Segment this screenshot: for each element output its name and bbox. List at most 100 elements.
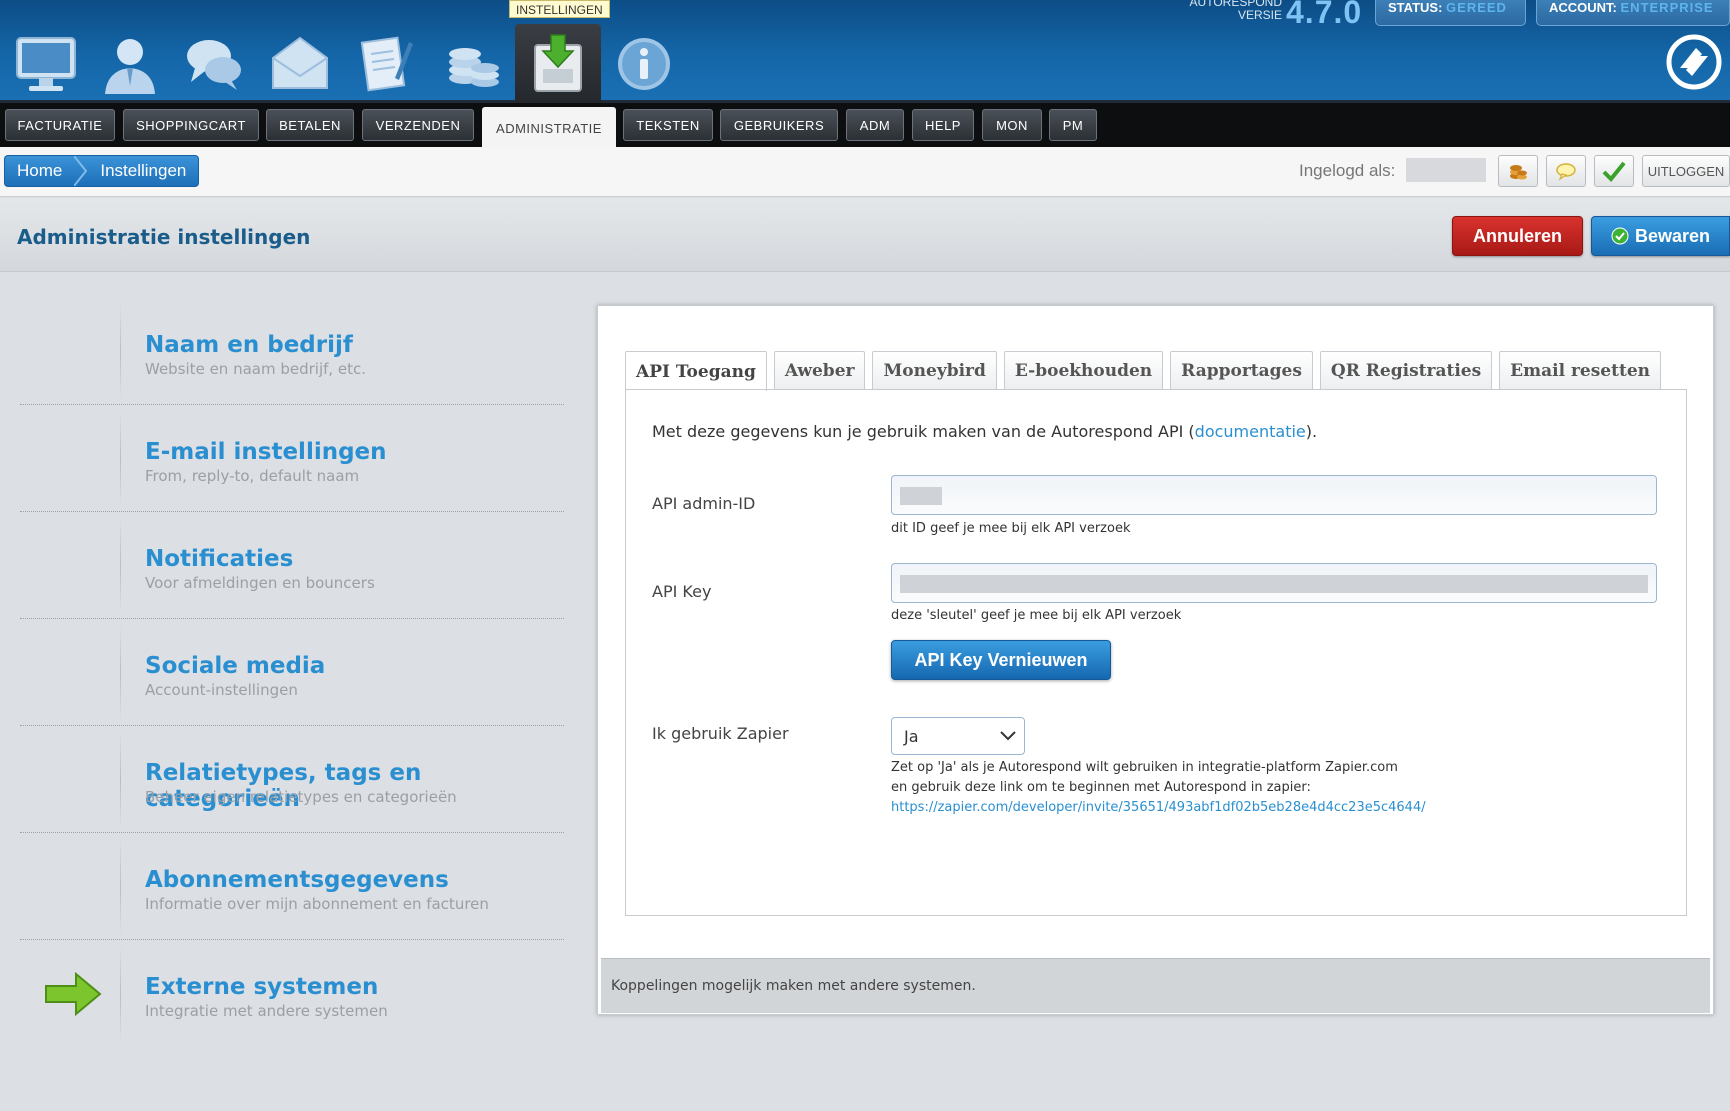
nav-item-shoppingcart[interactable]: SHOPPINGCART — [123, 109, 259, 141]
menu-divider — [120, 411, 121, 507]
save-button[interactable]: Bewaren — [1591, 216, 1730, 256]
tab-aweber[interactable]: Aweber — [773, 351, 866, 390]
document-icon[interactable] — [348, 26, 424, 100]
coins-button[interactable] — [1498, 155, 1538, 187]
tab-content-api-toegang: Met deze gegevens kun je gebruik maken v… — [625, 389, 1687, 916]
active-arrow-icon — [45, 971, 102, 1017]
nav-item-administratie[interactable]: ADMINISTRATIE — [482, 107, 616, 149]
nav-item-help[interactable]: HELP — [912, 109, 974, 141]
logout-button[interactable]: UITLOGGEN — [1642, 155, 1730, 187]
breadcrumb-separator-icon — [74, 156, 88, 186]
account-label: ACCOUNT: — [1549, 0, 1617, 15]
top-header: INSTELLINGEN AUTORESPOND VERSIE 4.7.0 ST… — [0, 0, 1730, 103]
menu-divider — [120, 732, 121, 828]
nav-item-mon[interactable]: MON — [982, 109, 1042, 141]
menu-item-title: Naam en bedrijf — [145, 332, 353, 358]
nav-item-facturatie[interactable]: FACTURATIE — [5, 109, 115, 141]
settings-panel: API Toegang Aweber Moneybird E-boekhoude… — [597, 305, 1714, 1015]
monitor-icon[interactable] — [8, 26, 84, 100]
version-label: AUTORESPOND VERSIE — [1186, 0, 1282, 22]
breadcrumb-current[interactable]: Instellingen — [88, 156, 198, 186]
api-intro-end: ). — [1305, 422, 1318, 441]
documentation-link[interactable]: documentatie — [1195, 422, 1306, 441]
zapier-invite-link[interactable]: https://zapier.com/developer/invite/3565… — [891, 800, 1426, 815]
tab-email-resetten[interactable]: Email resetten — [1499, 351, 1662, 390]
menu-divider — [120, 518, 121, 614]
menu-item-title: Abonnementsgegevens — [145, 867, 449, 893]
speech-bubble-icon — [1556, 163, 1576, 181]
menu-item-subtitle: Voor afmeldingen en bouncers — [145, 574, 375, 592]
zapier-help-line-2: en gebruik deze link om te beginnen met … — [891, 780, 1311, 795]
api-key-help: deze 'sleutel' geef je mee bij elk API v… — [891, 608, 1182, 623]
menu-item-externe-systemen[interactable]: Externe systemen Integratie met andere s… — [20, 940, 564, 1047]
api-key-field[interactable] — [891, 563, 1657, 603]
menu-item-title: Sociale media — [145, 653, 326, 679]
api-admin-id-label: API admin-ID — [652, 494, 756, 513]
tooltip: INSTELLINGEN — [509, 0, 610, 18]
messages-button[interactable] — [1546, 155, 1586, 187]
api-admin-id-help: dit ID geef je mee bij elk API verzoek — [891, 521, 1131, 536]
logged-in-label: Ingelogd als: — [1299, 161, 1396, 180]
zapier-label: Ik gebruik Zapier — [652, 724, 789, 743]
check-circle-icon — [1611, 227, 1629, 245]
coins-icon[interactable] — [434, 26, 510, 100]
menu-item-title: E-mail instellingen — [145, 439, 387, 465]
zapier-help-line-1: Zet op 'Ja' als je Autorespond wilt gebr… — [891, 760, 1398, 775]
nav-item-adm[interactable]: ADM — [846, 109, 904, 141]
status-value: GEREED — [1446, 0, 1507, 15]
zapier-select-value: Ja — [904, 726, 919, 746]
username-redacted — [1406, 158, 1486, 182]
nav-item-verzenden[interactable]: VERZENDEN — [362, 109, 474, 141]
menu-item-title: Externe systemen — [145, 974, 379, 1000]
api-intro-text: Met deze gegevens kun je gebruik maken v… — [652, 422, 1195, 441]
menu-divider — [120, 304, 121, 400]
redacted-value — [900, 575, 1648, 593]
tab-moneybird[interactable]: Moneybird — [872, 351, 997, 390]
zapier-select[interactable]: Ja — [891, 717, 1025, 755]
api-admin-id-field[interactable] — [891, 475, 1657, 515]
breadcrumb-home[interactable]: Home — [5, 156, 74, 186]
cancel-button[interactable]: Annuleren — [1452, 216, 1583, 256]
settings-menu: Naam en bedrijf Website en naam bedrijf,… — [20, 298, 564, 1047]
menu-item-notificaties[interactable]: Notificaties Voor afmeldingen en bouncer… — [20, 512, 564, 619]
redacted-value — [900, 487, 942, 505]
chat-icon[interactable] — [176, 26, 252, 100]
info-icon[interactable] — [606, 26, 682, 100]
api-intro: Met deze gegevens kun je gebruik maken v… — [652, 422, 1317, 441]
menu-item-sociale-media[interactable]: Sociale media Account-instellingen — [20, 619, 564, 726]
menu-item-email-instellingen[interactable]: E-mail instellingen From, reply-to, defa… — [20, 405, 564, 512]
autorespond-logo-icon[interactable] — [1666, 34, 1722, 90]
panel-footer: Koppelingen mogelijk maken met andere sy… — [601, 958, 1710, 1013]
envelope-icon[interactable] — [262, 26, 338, 100]
tab-qr-registraties[interactable]: QR Registraties — [1319, 351, 1493, 390]
api-key-label: API Key — [652, 582, 712, 601]
nav-item-teksten[interactable]: TEKSTEN — [623, 109, 713, 141]
tab-api-toegang[interactable]: API Toegang — [625, 351, 767, 391]
menu-divider — [120, 839, 121, 935]
settings-download-icon[interactable] — [515, 24, 601, 103]
nav-item-betalen[interactable]: BETALEN — [266, 109, 354, 141]
page-title: Administratie instellingen — [17, 225, 311, 249]
breadcrumb: Home Instellingen — [4, 155, 200, 187]
panel-footer-text: Koppelingen mogelijk maken met andere sy… — [611, 978, 976, 994]
status-indicator: STATUS: GEREED — [1375, 0, 1526, 26]
menu-divider — [120, 625, 121, 721]
nav-item-pm[interactable]: PM — [1049, 109, 1097, 141]
menu-divider — [120, 946, 121, 1042]
menu-item-abonnementsgegevens[interactable]: Abonnementsgegevens Informatie over mijn… — [20, 833, 564, 940]
main-nav: FACTURATIE SHOPPINGCART BETALEN VERZENDE… — [0, 103, 1730, 149]
user-icon[interactable] — [92, 26, 168, 100]
nav-item-gebruikers[interactable]: GEBRUIKERS — [720, 109, 838, 141]
menu-item-subtitle: Informatie over mijn abonnement en factu… — [145, 895, 489, 913]
version-number: 4.7.0 — [1286, 0, 1363, 30]
menu-item-relatietypes[interactable]: Relatietypes, tags en categorieën Beheer… — [20, 726, 564, 833]
coins-small-icon — [1510, 165, 1527, 180]
tab-rapportages[interactable]: Rapportages — [1170, 351, 1313, 390]
tab-e-boekhouden[interactable]: E-boekhouden — [1003, 351, 1164, 390]
api-key-renew-button[interactable]: API Key Vernieuwen — [891, 640, 1111, 680]
menu-item-subtitle: From, reply-to, default naam — [145, 467, 360, 485]
menu-item-naam-en-bedrijf[interactable]: Naam en bedrijf Website en naam bedrijf,… — [20, 298, 564, 405]
approve-button[interactable] — [1594, 155, 1634, 187]
chevron-down-icon — [1000, 731, 1016, 741]
version-label-line-2: VERSIE — [1237, 8, 1282, 22]
